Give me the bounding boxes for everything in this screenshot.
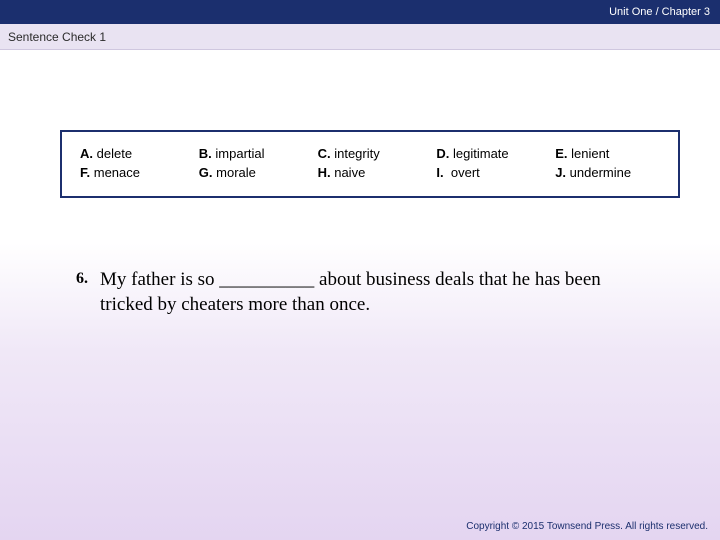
word-h: naive (334, 165, 365, 180)
subtitle: Sentence Check 1 (8, 30, 106, 44)
letter-a: A. (80, 146, 93, 161)
word-bank-item-b: B. impartial (199, 146, 304, 161)
word-bank: A. delete B. impartial C. integrity D. l… (60, 130, 680, 198)
question-text: My father is so __________ about busines… (100, 268, 640, 317)
word-c: integrity (334, 146, 380, 161)
word-a: delete (97, 146, 132, 161)
word-g: morale (216, 165, 256, 180)
letter-i: I. (436, 165, 443, 180)
slide: Unit One / Chapter 3 Sentence Check 1 A.… (0, 0, 720, 540)
letter-e: E. (555, 146, 567, 161)
footer-copyright: Copyright © 2015 Townsend Press. All rig… (466, 521, 708, 532)
word-d: legitimate (453, 146, 509, 161)
question-number: 6. (60, 268, 100, 288)
word-bank-item-a: A. delete (80, 146, 185, 161)
sub-bar: Sentence Check 1 (0, 24, 720, 50)
word-bank-item-e: E. lenient (555, 146, 660, 161)
word-bank-item-h: H. naive (318, 165, 423, 180)
letter-d: D. (436, 146, 449, 161)
word-bank-item-g: G. morale (199, 165, 304, 180)
word-i: overt (451, 165, 480, 180)
word-bank-item-f: F. menace (80, 165, 185, 180)
word-bank-item-c: C. integrity (318, 146, 423, 161)
letter-h: H. (318, 165, 331, 180)
top-bar: Unit One / Chapter 3 (0, 0, 720, 24)
letter-b: B. (199, 146, 212, 161)
breadcrumb: Unit One / Chapter 3 (609, 6, 710, 18)
word-f: menace (94, 165, 140, 180)
letter-j: J. (555, 165, 566, 180)
letter-c: C. (318, 146, 331, 161)
word-b: impartial (215, 146, 264, 161)
letter-g: G. (199, 165, 213, 180)
word-j: undermine (570, 165, 631, 180)
word-e: lenient (571, 146, 609, 161)
word-bank-item-i: I. overt (436, 165, 541, 180)
content-area: A. delete B. impartial C. integrity D. l… (60, 130, 680, 317)
word-bank-item-d: D. legitimate (436, 146, 541, 161)
word-bank-item-j: J. undermine (555, 165, 660, 180)
question-row: 6. My father is so __________ about busi… (60, 268, 680, 317)
letter-f: F. (80, 165, 90, 180)
